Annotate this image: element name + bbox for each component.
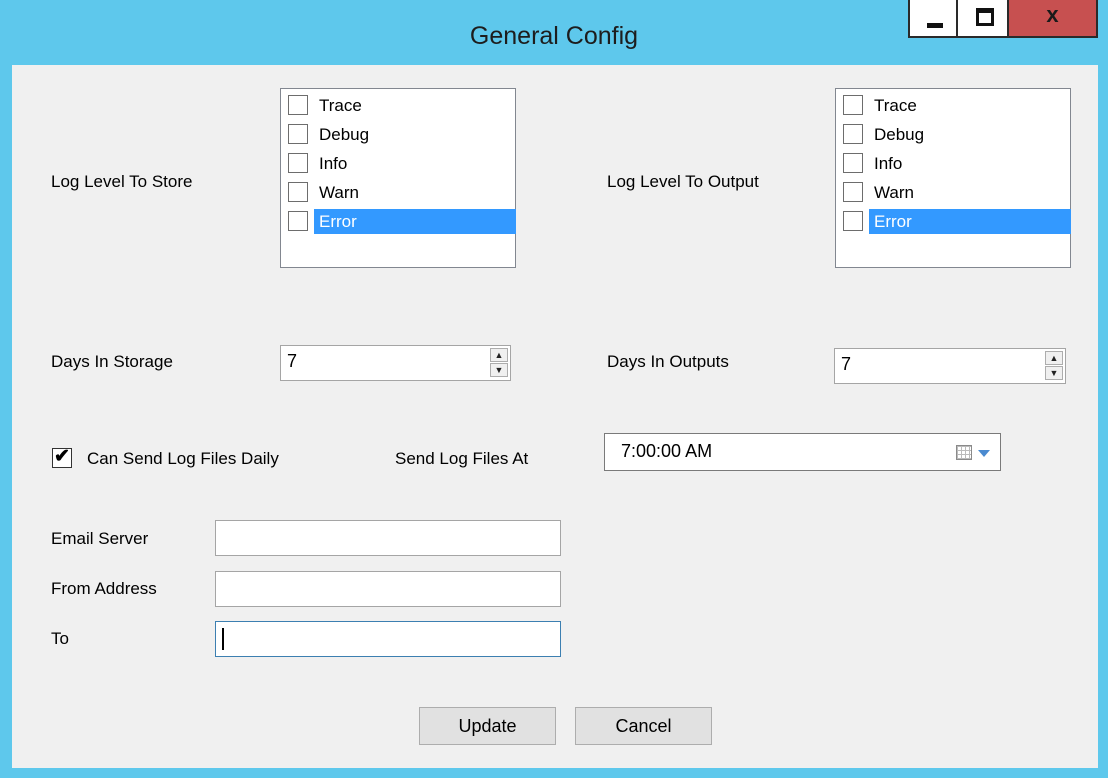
from-address-input[interactable] <box>215 571 561 607</box>
store-item-label: Warn <box>319 183 359 202</box>
store-item-warn[interactable]: Warn <box>284 177 516 205</box>
store-error-checkbox[interactable] <box>288 211 308 231</box>
output-debug-checkbox[interactable] <box>843 124 863 144</box>
output-trace-checkbox[interactable] <box>843 95 863 115</box>
days-outputs-label: Days In Outputs <box>607 352 729 371</box>
store-item-trace[interactable]: Trace <box>284 90 516 118</box>
send-daily-label[interactable]: Can Send Log Files Daily <box>87 449 279 469</box>
output-item-label: Warn <box>874 183 914 202</box>
store-info-checkbox[interactable] <box>288 153 308 173</box>
days-outputs-arrows: ▲ ▼ <box>1045 351 1063 381</box>
from-address-label: From Address <box>51 579 157 598</box>
output-item-label: Debug <box>874 125 925 144</box>
checkmark-icon: ✔ <box>54 446 70 467</box>
spin-up-icon[interactable]: ▲ <box>1045 351 1063 365</box>
maximize-icon <box>976 8 994 26</box>
store-debug-checkbox[interactable] <box>288 124 308 144</box>
output-item-warn[interactable]: Warn <box>839 177 1071 205</box>
output-item-info[interactable]: Info <box>839 148 1071 176</box>
send-at-time-picker[interactable]: 7:00:00 AM <box>604 433 1001 471</box>
spin-down-icon[interactable]: ▼ <box>490 363 508 377</box>
text-caret <box>222 628 224 650</box>
days-outputs-value: 7 <box>841 354 852 374</box>
close-icon: x <box>1046 2 1059 27</box>
calendar-icon[interactable] <box>956 445 972 460</box>
output-info-checkbox[interactable] <box>843 153 863 173</box>
store-warn-checkbox[interactable] <box>288 182 308 202</box>
log-level-output-label: Log Level To Output <box>607 172 759 191</box>
log-level-store-label: Log Level To Store <box>51 172 193 191</box>
store-item-label: Error <box>314 209 516 234</box>
output-item-trace[interactable]: Trace <box>839 90 1071 118</box>
output-item-error[interactable]: Error <box>839 206 1071 234</box>
store-item-debug[interactable]: Debug <box>284 119 516 147</box>
output-warn-checkbox[interactable] <box>843 182 863 202</box>
store-item-label: Trace <box>319 96 362 115</box>
days-storage-arrows: ▲ ▼ <box>490 348 508 378</box>
output-item-label: Info <box>874 154 903 173</box>
days-storage-spinner[interactable]: 7 ▲ ▼ <box>280 345 511 381</box>
dropdown-arrow-icon[interactable] <box>978 450 990 457</box>
store-item-label: Info <box>319 154 348 173</box>
email-server-input[interactable] <box>215 520 561 556</box>
to-input[interactable] <box>215 621 561 657</box>
send-daily-checkbox[interactable]: ✔ <box>52 446 72 468</box>
days-storage-value: 7 <box>287 351 298 371</box>
client-area: Log Level To Store Trace Debug Info Warn… <box>12 65 1098 768</box>
send-at-label: Send Log Files At <box>395 449 529 468</box>
output-item-label: Error <box>869 209 1071 234</box>
output-item-label: Trace <box>874 96 917 115</box>
general-config-window: General Config x Log Level To Store Trac… <box>0 0 1108 778</box>
maximize-button[interactable] <box>956 0 1009 38</box>
minimize-button[interactable] <box>908 0 958 38</box>
days-outputs-spinner[interactable]: 7 ▲ ▼ <box>834 348 1066 384</box>
cancel-button[interactable]: Cancel <box>575 707 712 745</box>
spin-up-icon[interactable]: ▲ <box>490 348 508 362</box>
log-level-output-list[interactable]: Trace Debug Info Warn Error <box>835 88 1071 268</box>
close-button[interactable]: x <box>1007 0 1098 38</box>
store-item-label: Debug <box>319 125 370 144</box>
days-storage-label: Days In Storage <box>51 352 173 371</box>
spin-down-icon[interactable]: ▼ <box>1045 366 1063 380</box>
log-level-store-list[interactable]: Trace Debug Info Warn Error <box>280 88 516 268</box>
output-error-checkbox[interactable] <box>843 211 863 231</box>
to-label: To <box>51 629 69 648</box>
output-item-debug[interactable]: Debug <box>839 119 1071 147</box>
send-at-value: 7:00:00 AM <box>621 441 713 461</box>
email-server-label: Email Server <box>51 529 149 548</box>
store-item-info[interactable]: Info <box>284 148 516 176</box>
store-trace-checkbox[interactable] <box>288 95 308 115</box>
store-item-error[interactable]: Error <box>284 206 516 234</box>
minimize-icon <box>927 23 943 28</box>
update-button[interactable]: Update <box>419 707 556 745</box>
